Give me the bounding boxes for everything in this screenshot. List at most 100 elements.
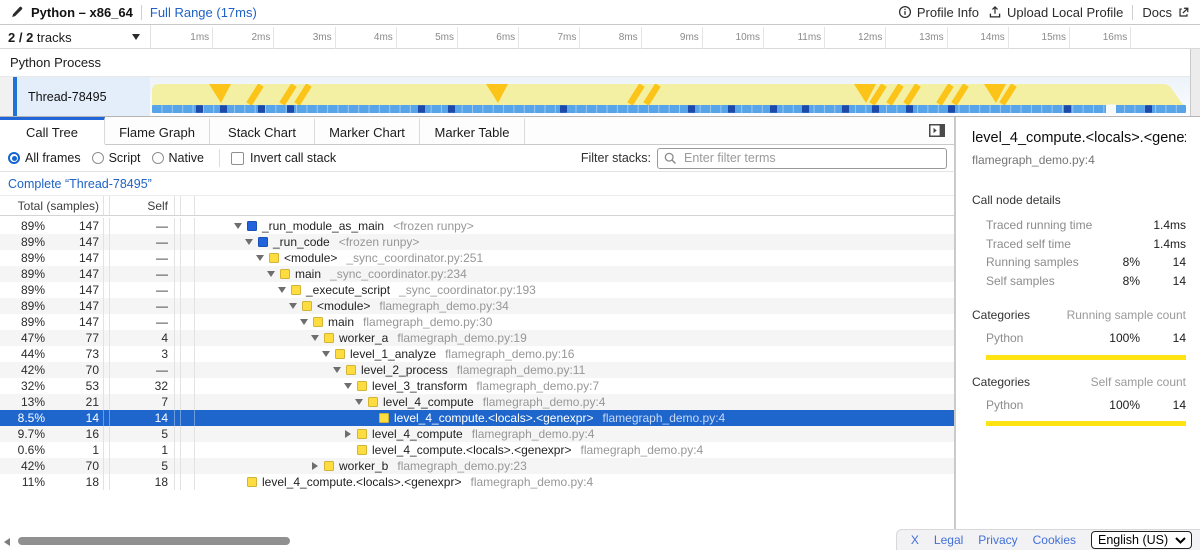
tracks-bottom-divider bbox=[0, 116, 1200, 117]
row-self-samples: 18 bbox=[110, 474, 174, 490]
expand-arrow-icon[interactable] bbox=[312, 462, 318, 470]
radio-button[interactable] bbox=[152, 152, 164, 164]
row-total-percent: 11% bbox=[0, 474, 48, 490]
complete-thread-link[interactable]: Complete “Thread-78495” bbox=[8, 177, 152, 191]
collapse-arrow-icon[interactable] bbox=[344, 383, 352, 389]
detail-label: Traced running time bbox=[972, 218, 1100, 232]
call-tree-row[interactable]: 32%5332level_3_transformflamegraph_demo.… bbox=[0, 378, 954, 394]
horizontal-scrollbar[interactable] bbox=[0, 536, 954, 547]
frame-filter-script[interactable]: Script bbox=[92, 151, 141, 165]
radio-button[interactable] bbox=[92, 152, 104, 164]
collapse-arrow-icon[interactable] bbox=[289, 303, 297, 309]
collapse-arrow-icon[interactable] bbox=[234, 223, 242, 229]
call-tree-row[interactable]: 13%217level_4_computeflamegraph_demo.py:… bbox=[0, 394, 954, 410]
call-tree-row[interactable]: 44%733level_1_analyzeflamegraph_demo.py:… bbox=[0, 346, 954, 362]
frame-filter-all-frames[interactable]: All frames bbox=[8, 151, 81, 165]
upload-profile-button[interactable]: Upload Local Profile bbox=[988, 5, 1123, 20]
function-name: <module> bbox=[317, 298, 370, 314]
thread-activity-graph[interactable] bbox=[150, 77, 1190, 116]
collapse-arrow-icon[interactable] bbox=[322, 351, 330, 357]
expand-arrow-icon[interactable] bbox=[345, 430, 351, 438]
footer-link-x[interactable]: X bbox=[911, 533, 919, 547]
collapse-arrow-icon[interactable] bbox=[311, 335, 319, 341]
radio-button[interactable] bbox=[8, 152, 20, 164]
row-total-samples: 14 bbox=[48, 410, 103, 426]
row-total-samples: 147 bbox=[48, 234, 103, 250]
scrollbar-thumb[interactable] bbox=[18, 537, 290, 545]
toolbar-divider bbox=[219, 149, 220, 167]
tracks-dropdown-button[interactable]: 2 / 2 tracks bbox=[8, 25, 146, 49]
collapse-arrow-icon[interactable] bbox=[333, 367, 341, 373]
collapse-arrow-icon[interactable] bbox=[300, 319, 308, 325]
call-tree-row[interactable]: 89%147—main_sync_coordinator.py:234 bbox=[0, 266, 954, 282]
tab-call-tree[interactable]: Call Tree bbox=[0, 117, 105, 144]
row-total-samples: 147 bbox=[48, 314, 103, 330]
function-name: main bbox=[295, 266, 321, 282]
call-tree-row[interactable]: 42%705worker_bflamegraph_demo.py:23 bbox=[0, 458, 954, 474]
language-select[interactable]: English (US) bbox=[1091, 531, 1192, 549]
gutter-column bbox=[181, 250, 194, 266]
detail-value: 14 bbox=[1140, 274, 1186, 288]
gutter-column bbox=[181, 196, 194, 215]
tab-stack-chart[interactable]: Stack Chart bbox=[210, 117, 315, 144]
footer-link-legal[interactable]: Legal bbox=[934, 533, 963, 547]
call-tree-row[interactable]: 89%147—_execute_script_sync_coordinator.… bbox=[0, 282, 954, 298]
collapse-arrow-icon[interactable] bbox=[256, 255, 264, 261]
open-sidebar-toggle-icon[interactable] bbox=[929, 124, 945, 137]
footer-link-cookies[interactable]: Cookies bbox=[1033, 533, 1076, 547]
gutter-column bbox=[181, 346, 194, 362]
category-square-icon bbox=[280, 269, 290, 279]
call-tree-row[interactable]: 42%70—level_2_processflamegraph_demo.py:… bbox=[0, 362, 954, 378]
column-divider bbox=[103, 346, 110, 362]
thread-track-label[interactable]: Thread-78495 bbox=[17, 77, 150, 116]
collapse-arrow-icon[interactable] bbox=[245, 239, 253, 245]
profile-info-button[interactable]: Profile Info bbox=[898, 5, 979, 20]
filter-stacks-input[interactable] bbox=[657, 148, 947, 169]
function-name: worker_b bbox=[339, 458, 388, 474]
tab-flame-graph[interactable]: Flame Graph bbox=[105, 117, 210, 144]
row-total-samples: 1 bbox=[48, 442, 103, 458]
tab-marker-chart[interactable]: Marker Chart bbox=[315, 117, 420, 144]
function-name: _run_code bbox=[273, 234, 330, 250]
category-row: Python100%14 bbox=[972, 329, 1186, 348]
footer-link-privacy[interactable]: Privacy bbox=[978, 533, 1017, 547]
full-range-link[interactable]: Full Range (17ms) bbox=[150, 5, 257, 20]
ruler-tick: 1ms bbox=[212, 27, 213, 49]
tab-marker-table[interactable]: Marker Table bbox=[420, 117, 525, 144]
call-tree-row[interactable]: 9.7%165level_4_computeflamegraph_demo.py… bbox=[0, 426, 954, 442]
gutter-column bbox=[181, 426, 194, 442]
call-tree-row[interactable]: 8.5%1414level_4_compute.<locals>.<genexp… bbox=[0, 410, 954, 426]
category-square-icon bbox=[324, 461, 334, 471]
file-location: _sync_coordinator.py:234 bbox=[330, 266, 467, 282]
edit-profile-name-icon[interactable] bbox=[10, 6, 23, 19]
docs-button[interactable]: Docs bbox=[1142, 5, 1190, 20]
collapse-arrow-icon[interactable] bbox=[278, 287, 286, 293]
call-node-details-heading: Call node details bbox=[972, 193, 1186, 207]
call-tree-row[interactable]: 89%147—mainflamegraph_demo.py:30 bbox=[0, 314, 954, 330]
collapse-arrow-icon[interactable] bbox=[267, 271, 275, 277]
function-name: worker_a bbox=[339, 330, 388, 346]
ruler-tick: 10ms bbox=[763, 27, 764, 49]
track-python-process[interactable]: Python Process bbox=[0, 49, 1190, 77]
frame-filter-native[interactable]: Native bbox=[152, 151, 204, 165]
invert-call-stack-option[interactable]: Invert call stack bbox=[231, 151, 336, 165]
column-divider bbox=[174, 362, 181, 378]
row-self-samples: 14 bbox=[110, 410, 174, 426]
call-tree-row[interactable]: 89%147—<module>flamegraph_demo.py:34 bbox=[0, 298, 954, 314]
invert-call-stack-checkbox[interactable] bbox=[231, 152, 244, 165]
row-self-samples: — bbox=[110, 234, 174, 250]
collapse-arrow-icon[interactable] bbox=[355, 399, 363, 405]
scroll-left-arrow-icon[interactable] bbox=[4, 538, 10, 546]
call-tree-row[interactable]: 11%1818level_4_compute.<locals>.<genexpr… bbox=[0, 474, 954, 490]
column-self[interactable]: Self bbox=[110, 196, 174, 215]
call-tree-row[interactable]: 89%147—_run_code<frozen runpy> bbox=[0, 234, 954, 250]
selected-node-file: flamegraph_demo.py:4 bbox=[972, 153, 1186, 167]
call-tree-row[interactable]: 0.6%11level_4_compute.<locals>.<genexpr>… bbox=[0, 442, 954, 458]
call-tree-row[interactable]: 47%774worker_aflamegraph_demo.py:19 bbox=[0, 330, 954, 346]
ruler-tick: 16ms bbox=[1130, 27, 1131, 49]
call-tree-row[interactable]: 89%147—<module>_sync_coordinator.py:251 bbox=[0, 250, 954, 266]
row-total-percent: 32% bbox=[0, 378, 48, 394]
call-tree-row[interactable]: 89%147—_run_module_as_main<frozen runpy> bbox=[0, 218, 954, 234]
ruler-tick: 15ms bbox=[1069, 27, 1070, 49]
column-total-samples[interactable]: Total (samples) bbox=[0, 196, 103, 215]
